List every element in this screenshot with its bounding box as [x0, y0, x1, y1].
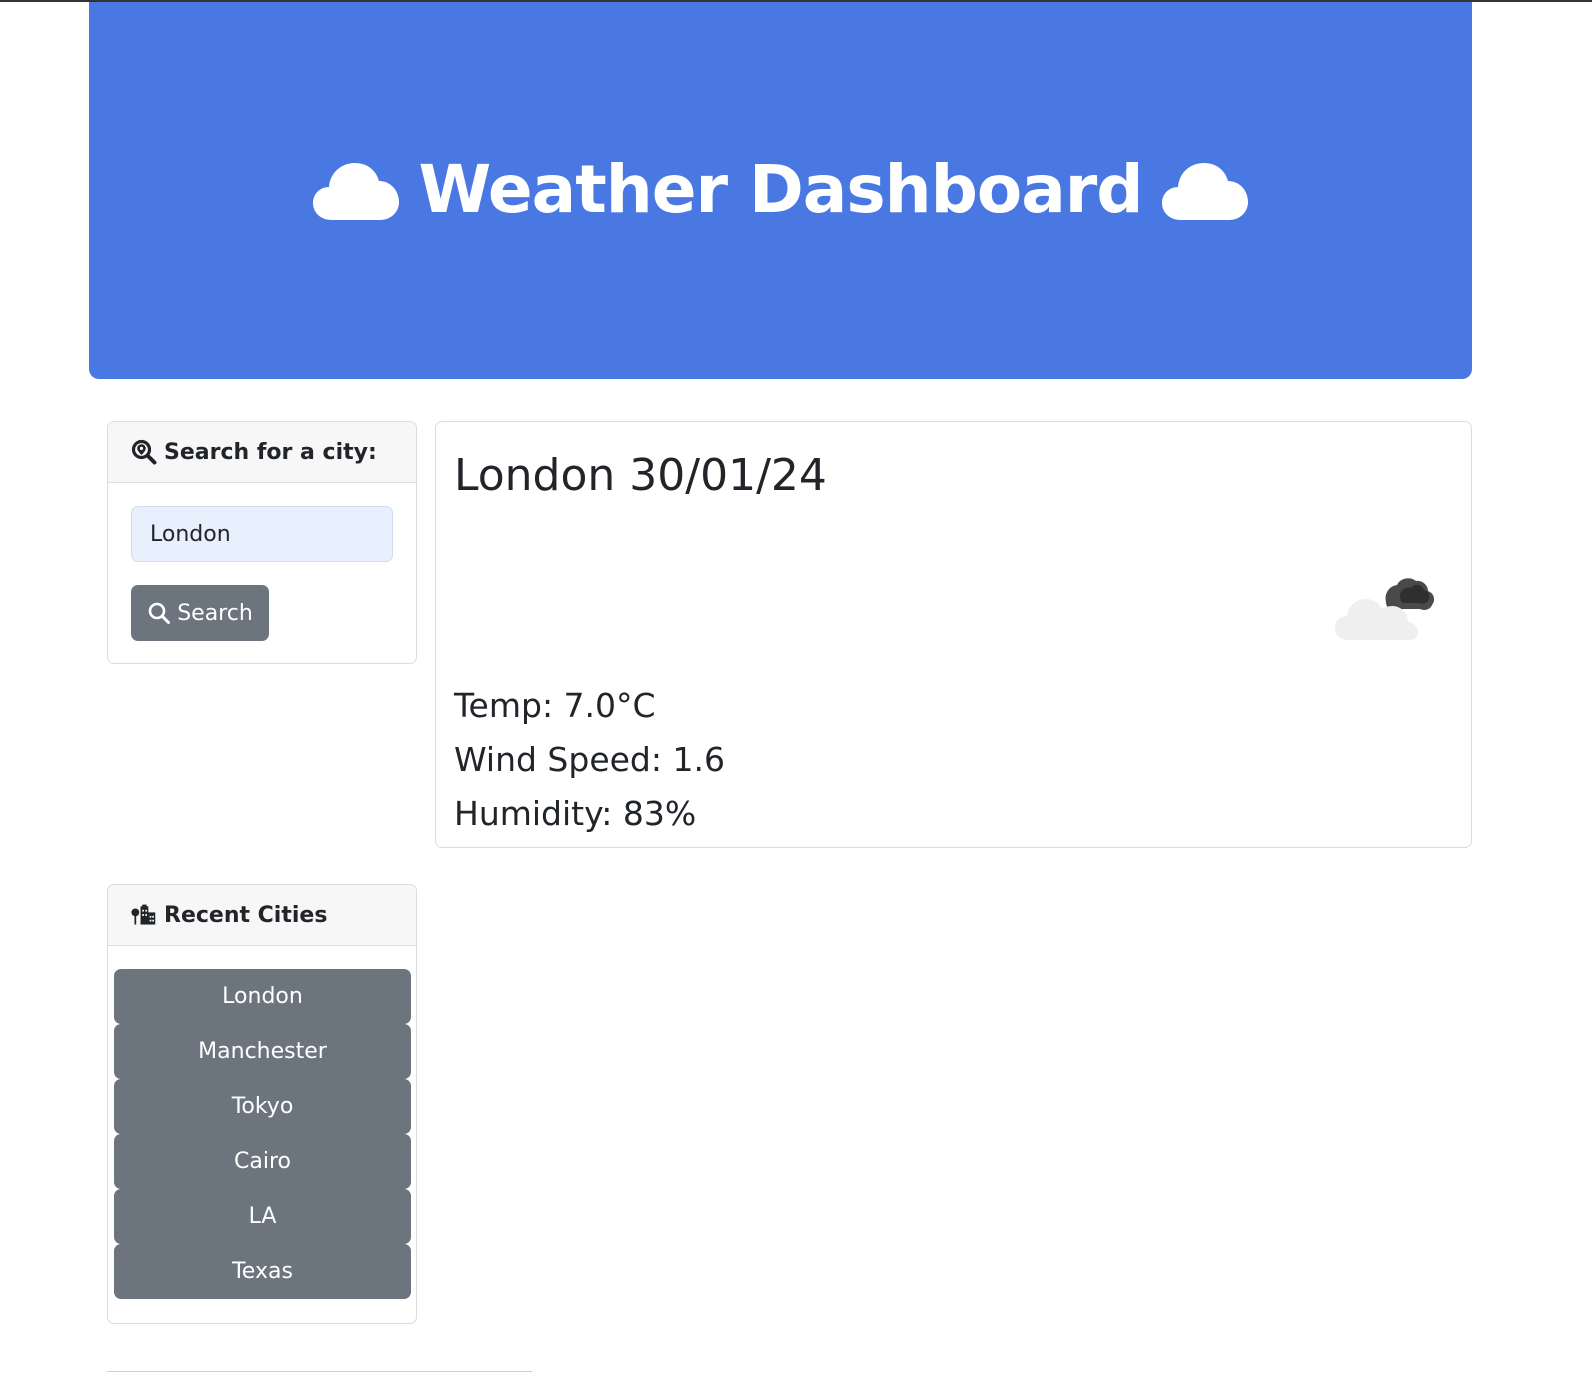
city-icon [131, 902, 157, 928]
header-inner: Weather Dashboard [312, 151, 1248, 228]
broken-clouds-icon [1334, 572, 1438, 642]
recent-city-button[interactable]: London [114, 969, 411, 1024]
recent-cities-header: Recent Cities [108, 885, 416, 946]
page-title: Weather Dashboard [418, 151, 1143, 228]
search-input[interactable] [131, 506, 393, 562]
search-card-header: Search for a city: [108, 422, 416, 483]
magnifying-glass-location-icon [131, 439, 157, 465]
wind-speed-text: Wind Speed: 1.6 [454, 740, 725, 779]
footer-divider [107, 1371, 532, 1372]
temperature-text: Temp: 7.0°C [454, 686, 656, 725]
humidity-text: Humidity: 83% [454, 794, 697, 833]
recent-city-button[interactable]: Texas [114, 1244, 411, 1299]
recent-cities-list: London Manchester Tokyo Cairo LA Texas [114, 969, 411, 1299]
recent-cities-title: Recent Cities [164, 902, 328, 928]
weather-city-date: London 30/01/24 [454, 450, 827, 501]
recent-cities-card: Recent Cities London Manchester Tokyo Ca… [107, 884, 417, 1324]
search-button[interactable]: Search [131, 585, 269, 641]
cloud-icon [1161, 158, 1249, 222]
search-card-title: Search for a city: [164, 439, 377, 465]
search-button-label: Search [177, 600, 253, 626]
recent-city-button[interactable]: Tokyo [114, 1079, 411, 1134]
current-weather-card: London 30/01/24 Temp: 7.0°C Wind Speed: … [435, 421, 1472, 848]
header-banner: Weather Dashboard [89, 2, 1472, 379]
recent-city-button[interactable]: Manchester [114, 1024, 411, 1079]
cloud-icon [312, 158, 400, 222]
search-icon [147, 601, 171, 625]
search-card: Search for a city: Search [107, 421, 417, 664]
recent-city-button[interactable]: Cairo [114, 1134, 411, 1189]
recent-city-button[interactable]: LA [114, 1189, 411, 1244]
